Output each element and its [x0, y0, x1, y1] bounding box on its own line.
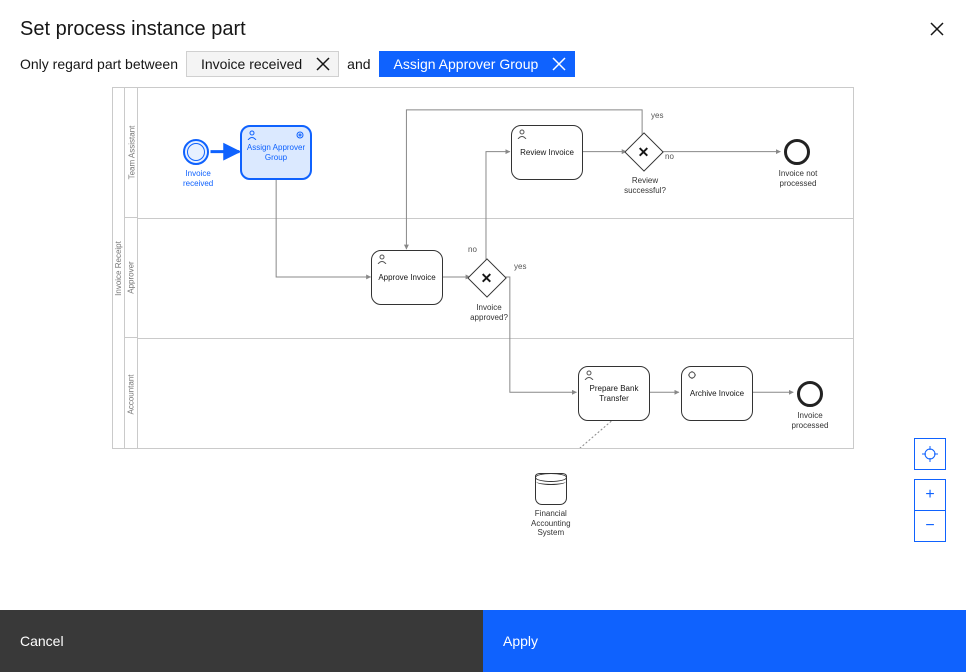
target-icon [922, 446, 938, 462]
task-label: Approve Invoice [378, 273, 435, 283]
gear-icon [687, 370, 697, 380]
task-archive-invoice[interactable]: Archive Invoice [681, 366, 753, 421]
start-node-chip[interactable]: Invoice received [186, 51, 339, 77]
dialog-footer: Cancel Apply [0, 610, 966, 672]
pool-label: Invoice Receipt [113, 88, 125, 448]
end-event-processed[interactable]: Invoice processed [797, 381, 835, 430]
close-icon [930, 22, 944, 36]
gear-icon [295, 130, 305, 140]
start-event-label: Invoice received [183, 169, 213, 188]
filter-prefix: Only regard part between [20, 56, 178, 72]
filter-row: Only regard part between Invoice receive… [0, 51, 966, 87]
end-event-not-processed[interactable]: Invoice not processed [784, 139, 826, 188]
lane-separator [138, 218, 853, 219]
lane-label-team-assistant: Team Assistant [125, 88, 138, 218]
user-icon [517, 129, 527, 139]
lane-label-approver: Approver [125, 218, 138, 338]
start-node-label: Invoice received [201, 56, 302, 72]
datastore-financial-accounting[interactable]: Financial Accounting System [531, 473, 571, 538]
task-label: Prepare Bank Transfer [583, 384, 645, 403]
task-label: Assign Approver Group [246, 143, 306, 162]
user-icon [247, 130, 257, 140]
filter-and: and [347, 56, 370, 72]
task-approve-invoice[interactable]: Approve Invoice [371, 250, 443, 305]
end-event-label: Invoice processed [785, 411, 835, 430]
edge-label-no: no [665, 152, 674, 161]
page-title: Set process instance part [20, 18, 946, 41]
task-assign-approver-group[interactable]: Assign Approver Group [240, 125, 312, 180]
gateway-label: Invoice approved? [467, 303, 511, 322]
gateway-review-successful[interactable]: ✕ [630, 138, 658, 166]
close-button[interactable] [922, 14, 952, 44]
user-icon [584, 370, 594, 380]
start-event-invoice-received[interactable]: Invoice received [183, 139, 213, 188]
apply-button[interactable]: Apply [483, 610, 966, 672]
reset-zoom-button[interactable] [914, 438, 946, 470]
task-prepare-bank-transfer[interactable]: Prepare Bank Transfer [578, 366, 650, 421]
zoom-out-button[interactable]: − [914, 510, 946, 542]
remove-start-icon[interactable] [316, 57, 330, 71]
user-icon [377, 254, 387, 264]
datastore-label: Financial Accounting System [531, 509, 571, 538]
remove-end-icon[interactable] [552, 57, 566, 71]
end-event-label: Invoice not processed [770, 169, 826, 188]
task-review-invoice[interactable]: Review Invoice [511, 125, 583, 180]
end-node-chip[interactable]: Assign Approver Group [379, 51, 576, 77]
database-icon [535, 473, 567, 505]
gateway-invoice-approved[interactable]: ✕ [473, 264, 501, 292]
edge-label-yes: yes [514, 262, 526, 271]
cancel-button[interactable]: Cancel [0, 610, 483, 672]
zoom-in-button[interactable]: + [914, 479, 946, 511]
lane-separator [138, 338, 853, 339]
end-node-label: Assign Approver Group [394, 56, 539, 72]
task-label: Archive Invoice [690, 389, 744, 399]
zoom-controls: + − [914, 438, 946, 542]
edge-label-yes: yes [651, 111, 663, 120]
lane-label-accountant: Accountant [125, 338, 138, 450]
gateway-label: Review successful? [620, 176, 670, 195]
task-label: Review Invoice [520, 148, 574, 158]
bpmn-diagram[interactable]: Invoice Receipt Team Assistant Approver … [112, 87, 854, 449]
edge-label-no: no [468, 245, 477, 254]
